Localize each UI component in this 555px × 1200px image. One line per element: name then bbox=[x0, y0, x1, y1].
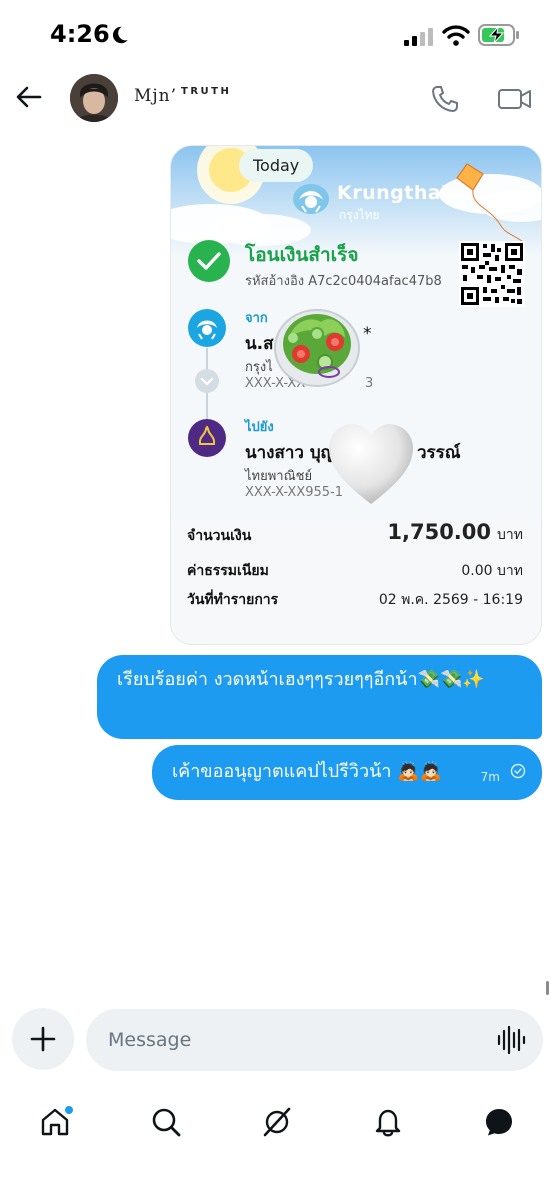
plus-icon bbox=[30, 1026, 56, 1052]
qr-code-icon bbox=[459, 241, 525, 307]
bank-brand-name-thai: กรุงไทย bbox=[339, 208, 380, 222]
white-heart-sticker-icon bbox=[329, 424, 413, 504]
sender-name-tail: * bbox=[363, 324, 372, 344]
contact-name[interactable]: Mjn’ TRUTH bbox=[134, 86, 231, 106]
avatar[interactable] bbox=[70, 74, 118, 122]
transfer-receipt-image[interactable]: Today Krungthai กรุงไทย โอนเงินสำเร็จ รห… bbox=[170, 145, 542, 645]
bank-brand-name: Krungthai bbox=[337, 182, 449, 204]
chevron-down-icon bbox=[195, 369, 219, 393]
conversation-header: Mjn’ TRUTH bbox=[0, 70, 555, 130]
status-time: 4:26 bbox=[50, 20, 110, 48]
transfer-status-title: โอนเงินสำเร็จ bbox=[245, 244, 359, 266]
recipient-name-tail: วรรณ์ bbox=[417, 443, 461, 463]
scb-bank-icon bbox=[188, 419, 226, 457]
message-bubble[interactable]: เรียบร้อยค่า งวดหน้าเฮงๆๆรวยๆๆอีกน้า💸💸✨ bbox=[97, 655, 542, 739]
message-composer bbox=[86, 1009, 543, 1071]
date-badge: Today bbox=[239, 149, 314, 182]
back-arrow-icon[interactable] bbox=[14, 82, 44, 112]
message-input[interactable] bbox=[108, 1023, 488, 1057]
battery-charging-icon bbox=[478, 24, 519, 46]
success-check-icon bbox=[188, 240, 230, 282]
nav-home[interactable] bbox=[28, 1095, 82, 1149]
messages-icon bbox=[486, 1109, 512, 1136]
phone-icon[interactable] bbox=[430, 84, 460, 114]
reference-code: รหัสอ้างอิง A7c2c0404afac47b8 bbox=[245, 274, 442, 289]
fee-label: ค่าธรรมเนียม bbox=[187, 563, 269, 579]
recipient-name-head: นางสาว บุญ bbox=[245, 443, 336, 463]
krungthai-logo-icon bbox=[293, 184, 329, 214]
add-media-button[interactable] bbox=[12, 1008, 74, 1070]
amount-label: จำนวนเงิน bbox=[187, 528, 252, 544]
scrollbar[interactable] bbox=[546, 981, 549, 995]
contact-name-text: Mjn’ bbox=[134, 86, 178, 106]
amount-unit: บาท bbox=[497, 527, 523, 543]
nav-messages[interactable] bbox=[472, 1095, 526, 1149]
amount-number: 1,750.00 bbox=[387, 520, 492, 544]
transaction-date-label: วันที่ทำรายการ bbox=[187, 592, 279, 608]
sender-bank: กรุงไ bbox=[245, 360, 273, 375]
nav-notifications[interactable] bbox=[361, 1095, 415, 1149]
sender-account-tail: 3 bbox=[365, 376, 374, 391]
moon-icon bbox=[112, 26, 128, 44]
recipient-bank: ไทยพาณิชย์ bbox=[245, 469, 313, 484]
transaction-date-value: 02 พ.ค. 2569 - 16:19 bbox=[378, 592, 523, 608]
sender-name: น.ส * bbox=[245, 324, 372, 357]
status-bar: 4:26 bbox=[0, 0, 555, 70]
video-icon[interactable] bbox=[497, 84, 533, 114]
salad-sticker-icon bbox=[274, 309, 360, 387]
wifi-icon bbox=[442, 25, 470, 46]
nav-search[interactable] bbox=[139, 1095, 193, 1149]
from-label: จาก bbox=[245, 311, 268, 326]
signal-icon bbox=[404, 28, 433, 46]
to-label: ไปยัง bbox=[245, 420, 274, 435]
message-text: เค้าขออนุญาตแคปไปรีวิวน้า 🙇🏻🙇🏻 bbox=[172, 761, 443, 782]
message-text: เรียบร้อยค่า งวดหน้าเฮงๆๆรวยๆๆอีกน้า💸💸✨ bbox=[117, 669, 485, 690]
voice-message-icon[interactable] bbox=[496, 1025, 526, 1055]
sender-name-head: น.ส bbox=[245, 334, 274, 354]
bell-icon bbox=[375, 1109, 401, 1137]
grok-icon bbox=[263, 1107, 291, 1137]
nav-grok[interactable] bbox=[250, 1095, 304, 1149]
fee-value: 0.00 บาท bbox=[461, 563, 523, 579]
contact-name-suffix: TRUTH bbox=[181, 86, 232, 98]
krungthai-bank-icon bbox=[188, 309, 226, 347]
notification-dot bbox=[64, 1105, 74, 1115]
amount-value: 1,750.00 บาท bbox=[387, 520, 523, 546]
seen-check-icon bbox=[510, 763, 526, 779]
search-icon bbox=[152, 1108, 181, 1137]
message-bubble[interactable]: เค้าขออนุญาตแคปไปรีวิวน้า 🙇🏻🙇🏻 7m bbox=[152, 745, 542, 800]
recipient-name: นางสาว บุญ วรรณ์ bbox=[245, 439, 461, 466]
message-timestamp: 7m bbox=[480, 770, 500, 784]
bottom-navigation bbox=[0, 1085, 555, 1200]
